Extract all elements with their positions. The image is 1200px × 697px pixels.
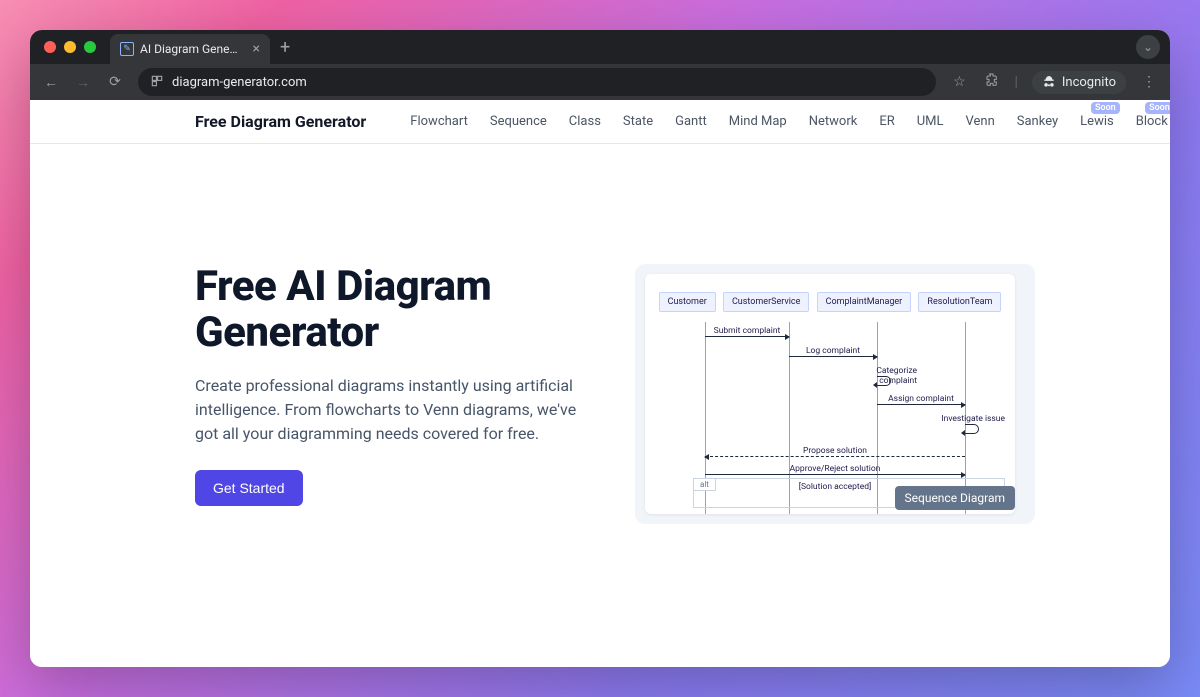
get-started-button[interactable]: Get Started: [195, 470, 303, 506]
hero-section: Free AI Diagram Generator Create profess…: [30, 144, 1170, 524]
brand[interactable]: Free Diagram Generator: [195, 112, 366, 131]
forward-icon[interactable]: →: [74, 74, 92, 91]
self-loop-icon: [877, 376, 891, 386]
nav-item-class[interactable]: Class: [569, 114, 601, 129]
seq-msg: Assign complaint: [877, 394, 965, 405]
site-navbar: Free Diagram Generator Flowchart Sequenc…: [30, 100, 1170, 144]
soon-badge: Soon: [1145, 102, 1170, 114]
maximize-window-icon[interactable]: [84, 41, 96, 53]
nav-item-mindmap[interactable]: Mind Map: [729, 114, 787, 129]
new-tab-button[interactable]: +: [270, 37, 300, 58]
bookmark-icon[interactable]: ☆: [950, 74, 968, 90]
actor-customer-service: CustomerService: [723, 292, 809, 312]
url-bar[interactable]: diagram-generator.com: [138, 68, 936, 96]
seq-msg: Investigate issue: [929, 414, 1005, 424]
nav-item-venn[interactable]: Venn: [966, 114, 995, 129]
nav-item-state[interactable]: State: [623, 114, 653, 129]
browser-menu-icon[interactable]: ⋮: [1140, 74, 1158, 90]
nav-item-lewis[interactable]: LewisSoon: [1080, 114, 1114, 129]
nav-links: Flowchart Sequence Class State Gantt Min…: [410, 114, 1168, 129]
close-tab-icon[interactable]: ×: [247, 41, 260, 57]
browser-tab[interactable]: ✎ AI Diagram Generator | Create ×: [110, 34, 270, 64]
extensions-icon[interactable]: [982, 72, 1000, 92]
seq-msg: Log complaint: [789, 346, 877, 357]
browser-window: ✎ AI Diagram Generator | Create × + ⌄ ← …: [30, 30, 1170, 667]
incognito-label: Incognito: [1062, 75, 1116, 90]
minimize-window-icon[interactable]: [64, 41, 76, 53]
incognito-icon: [1042, 75, 1056, 89]
incognito-badge[interactable]: Incognito: [1032, 71, 1126, 94]
sequence-diagram-preview: Customer CustomerService ComplaintManage…: [645, 274, 1015, 514]
nav-item-uml[interactable]: UML: [917, 114, 944, 129]
tab-favicon-icon: ✎: [120, 42, 134, 56]
diagram-preview-card: Customer CustomerService ComplaintManage…: [635, 264, 1035, 524]
page-content: Free Diagram Generator Flowchart Sequenc…: [30, 100, 1170, 667]
tab-overflow-icon[interactable]: ⌄: [1136, 35, 1160, 59]
back-icon[interactable]: ←: [42, 74, 60, 91]
url-text: diagram-generator.com: [172, 75, 307, 90]
nav-item-gantt[interactable]: Gantt: [675, 114, 707, 129]
hero-text: Free AI Diagram Generator Create profess…: [195, 264, 595, 524]
reload-icon[interactable]: ⟳: [106, 74, 124, 90]
actor-customer: Customer: [659, 292, 716, 312]
self-loop-icon: [965, 424, 979, 434]
nav-item-block[interactable]: BlockSoon: [1136, 114, 1168, 129]
nav-item-network[interactable]: Network: [809, 114, 858, 129]
hero-title: Free AI Diagram Generator: [195, 264, 595, 356]
hero-subtitle: Create professional diagrams instantly u…: [195, 374, 595, 446]
nav-item-flowchart[interactable]: Flowchart: [410, 114, 468, 129]
seq-msg: Submit complaint: [705, 326, 789, 337]
seq-msg: Approve/Reject solution: [705, 464, 965, 475]
site-settings-icon[interactable]: [150, 74, 164, 91]
browser-tab-bar: ✎ AI Diagram Generator | Create × + ⌄: [30, 30, 1170, 64]
browser-toolbar: ← → ⟳ diagram-generator.com ☆ | Incognit…: [30, 64, 1170, 100]
close-window-icon[interactable]: [44, 41, 56, 53]
soon-badge: Soon: [1091, 102, 1120, 114]
nav-item-er[interactable]: ER: [879, 114, 894, 129]
preview-caption: Sequence Diagram: [895, 486, 1015, 510]
actor-resolution-team: ResolutionTeam: [918, 292, 1001, 312]
tab-title: AI Diagram Generator | Create: [140, 42, 241, 56]
actor-complaint-manager: ComplaintManager: [817, 292, 912, 312]
window-controls: [44, 41, 96, 53]
nav-item-sequence[interactable]: Sequence: [490, 114, 547, 129]
seq-msg: Propose solution: [705, 446, 965, 457]
nav-item-sankey[interactable]: Sankey: [1017, 114, 1058, 129]
